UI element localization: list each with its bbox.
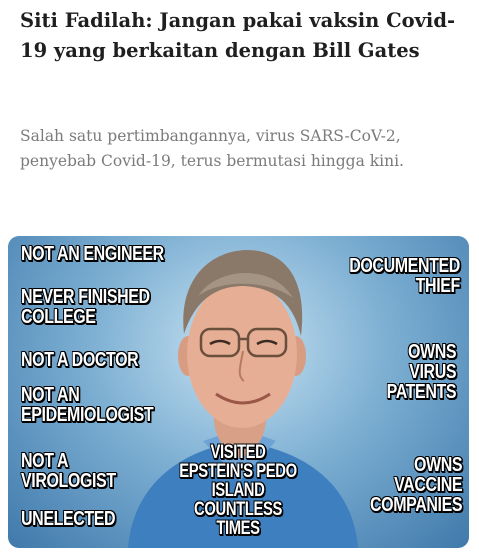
caption-not-epidemiologist: NOT AN EPIDEMIOLOGIST: [20, 383, 154, 426]
article-headline[interactable]: Siti Fadilah: Jangan pakai vaksin Covid-…: [20, 6, 460, 66]
caption-not-virologist: NOT A VIROLOGIST: [20, 449, 116, 492]
caption-not-engineer: NOT AN ENGINEER: [20, 242, 164, 265]
caption-visited-epstein: VISITED EPSTEIN'S PEDO ISLAND COUNTLESS …: [179, 442, 298, 539]
caption-owns-virus-patents: OWNS VIRUS PATENTS: [386, 340, 457, 403]
caption-not-doctor: NOT A DOCTOR: [20, 348, 139, 371]
caption-unelected: UNELECTED: [20, 507, 116, 530]
caption-never-finished-college: NEVER FINISHED COLLEGE: [20, 285, 150, 328]
caption-owns-vaccine-companies: OWNS VACCINE COMPANIES: [369, 453, 463, 516]
article-subtitle: Salah satu pertimbangannya, virus SARS-C…: [20, 127, 404, 170]
caption-documented-thief: DOCUMENTED THIEF: [349, 254, 461, 297]
meme-image[interactable]: NOT AN ENGINEER NEVER FINISHED COLLEGE N…: [8, 236, 469, 548]
